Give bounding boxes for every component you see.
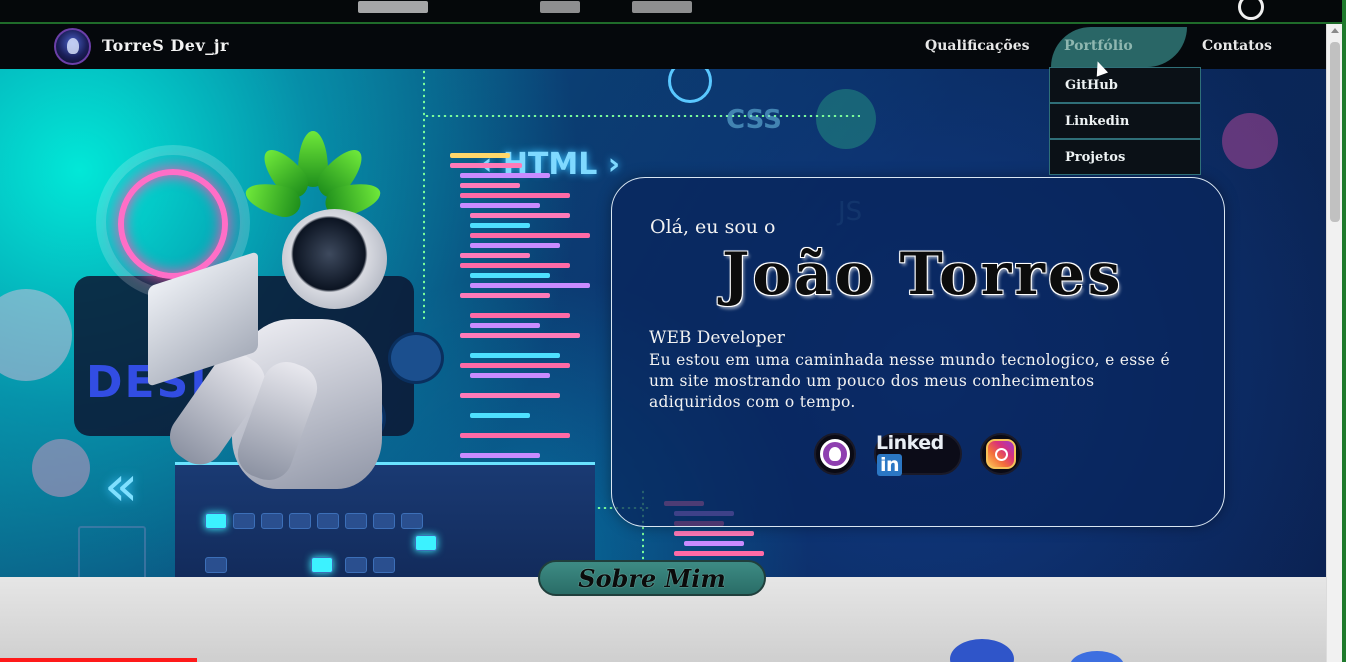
css-tag-decor: CSS [726, 105, 782, 135]
logo-avatar[interactable] [54, 28, 91, 65]
portfolio-dropdown: GitHub Linkedin Projetos [1049, 67, 1201, 175]
github-icon [820, 439, 850, 469]
sobre-mim-label: Sobre Mim [578, 563, 726, 593]
page-scrollbar[interactable] [1326, 24, 1342, 662]
cloud-decor [1070, 651, 1124, 662]
scroll-up-arrow-icon[interactable] [1331, 28, 1339, 33]
top-bar-circle-icon [1238, 0, 1264, 20]
hero-name-title: João Torres [722, 240, 1124, 308]
bubble-decor [816, 89, 876, 149]
github-link[interactable] [814, 433, 856, 475]
sobre-mim-button[interactable]: Sobre Mim [538, 560, 766, 596]
instagram-icon [986, 439, 1016, 469]
greeting-text: Olá, eu sou o [650, 216, 776, 238]
web-page: ‹ HTML › CSS JS [0, 24, 1326, 662]
intro-card: Olá, eu sou o João Torres WEB Developer … [611, 177, 1225, 527]
plant-decor [242, 131, 384, 221]
checklist-card-decor [78, 526, 146, 582]
linkedin-link[interactable]: Linkedin [874, 432, 962, 476]
brand-name[interactable]: TorreS Dev_jr [102, 36, 229, 55]
scroll-thumb[interactable] [1330, 42, 1340, 222]
dropdown-item-projetos[interactable]: Projetos [1049, 139, 1201, 175]
circuit-dots [423, 69, 425, 319]
nav-portfolio[interactable]: Portfólio [1064, 38, 1133, 54]
window-edge [1342, 0, 1346, 662]
bubble-decor [1222, 113, 1278, 169]
instagram-link[interactable] [980, 433, 1022, 475]
nav-qualificacoes[interactable]: Qualificações [925, 38, 1030, 54]
bubble-decor [0, 289, 72, 381]
top-bar-text-fragment [632, 1, 692, 13]
top-bar-text-fragment [358, 1, 428, 13]
bubble-decor [32, 439, 90, 497]
top-bar-text-fragment [540, 1, 580, 13]
chevron-left-decor: « [104, 454, 139, 519]
role-title: WEB Developer [649, 328, 785, 348]
astronaut-helmet-decor [282, 209, 387, 309]
chair-decor [388, 332, 444, 384]
cloud-decor [950, 639, 1014, 662]
circuit-dots [424, 115, 860, 117]
nav-contatos[interactable]: Contatos [1202, 38, 1272, 54]
linkedin-icon: Linkedin [876, 432, 944, 476]
dropdown-item-linkedin[interactable]: Linkedin [1049, 103, 1201, 139]
neon-ring-decor [118, 169, 228, 279]
browser-top-bar [0, 0, 1346, 24]
dropdown-item-github[interactable]: GitHub [1049, 67, 1201, 103]
code-column [450, 153, 610, 493]
top-navbar: TorreS Dev_jr Qualificações Portfólio Co… [0, 24, 1326, 69]
video-progress-bar [0, 658, 197, 662]
intro-description: Eu estou em uma caminhada nesse mundo te… [649, 351, 1170, 411]
